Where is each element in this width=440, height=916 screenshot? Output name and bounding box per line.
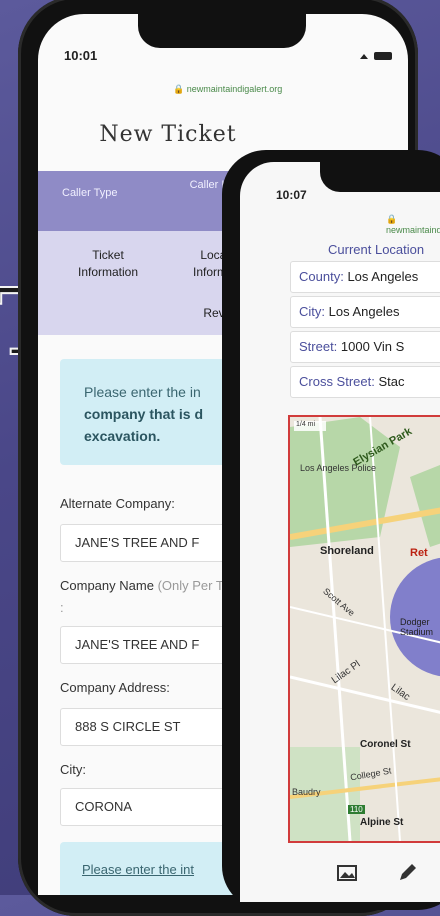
location-map[interactable]: 1/4 mi Los Angeles Police Elysian Park S… — [288, 415, 440, 843]
phone-notch — [138, 14, 306, 48]
photo-icon[interactable] — [336, 862, 358, 884]
map-label-alpine: Alpine St — [360, 817, 404, 828]
street-value: 1000 Vin S — [340, 339, 405, 354]
city-label: City: — [60, 762, 86, 777]
status-time: 10:01 — [64, 48, 98, 63]
info-text-bold-2: excavation. — [84, 428, 161, 444]
map-label-baudry: Baudry — [292, 787, 321, 797]
county-row: County: Los Angeles — [290, 261, 440, 293]
substep-ticket-information[interactable]: Ticket Information — [66, 247, 150, 281]
info-text-2: Please enter the int — [82, 862, 195, 877]
alternate-company-label: Alternate Company: — [60, 496, 175, 511]
location-heading: Current Location — [328, 242, 425, 257]
city-row-value: Los Angeles — [328, 304, 400, 319]
url-bar[interactable]: 🔒 newmaintaindigalert.org — [173, 84, 282, 95]
map-label-shoreland: Shoreland — [320, 545, 374, 557]
street-label: Street: — [299, 339, 338, 354]
county-label: County: — [299, 269, 344, 284]
phone2-content: Current Location County: Los Angeles Cit… — [240, 162, 440, 902]
company-name-label-text: Company Name — [60, 578, 154, 593]
url-text: newmaintaindigalert.org — [186, 84, 283, 94]
city-row-label: City: — [299, 304, 325, 319]
cross-street-row: Cross Street: Stac — [290, 366, 440, 398]
alternate-company-value: JANE'S TREE AND F — [75, 535, 200, 550]
map-label-ret: Ret — [410, 547, 428, 559]
company-name-value: JANE'S TREE AND F — [75, 637, 200, 652]
city-value: CORONA — [75, 799, 133, 814]
map-label-coronel: Coronel St — [360, 739, 411, 750]
pencil-icon[interactable] — [396, 862, 418, 884]
status-signal-wifi-battery-icon — [360, 52, 392, 60]
page-title: New Ticket — [99, 122, 237, 147]
map-label-dodger: Dodger Stadium — [400, 617, 434, 637]
company-address-value: 888 S CIRCLE ST — [75, 719, 181, 734]
city-row: City: Los Angeles — [290, 296, 440, 328]
map-scale: 1/4 mi — [296, 421, 316, 428]
map-label-police: Los Angeles Police — [300, 463, 377, 473]
street-row: Street: 1000 Vin S — [290, 331, 440, 363]
map-route-shield: 110 — [348, 805, 365, 814]
info-text-bold: company that is d — [84, 406, 204, 422]
county-value: Los Angeles — [347, 269, 419, 284]
cross-street-value: Stac — [378, 374, 405, 389]
company-address-label: Company Address: — [60, 680, 170, 695]
info-text: Please enter the in — [84, 384, 201, 400]
step-caller-type[interactable]: Caller Type — [62, 187, 117, 199]
cross-street-label: Cross Street: — [299, 374, 375, 389]
